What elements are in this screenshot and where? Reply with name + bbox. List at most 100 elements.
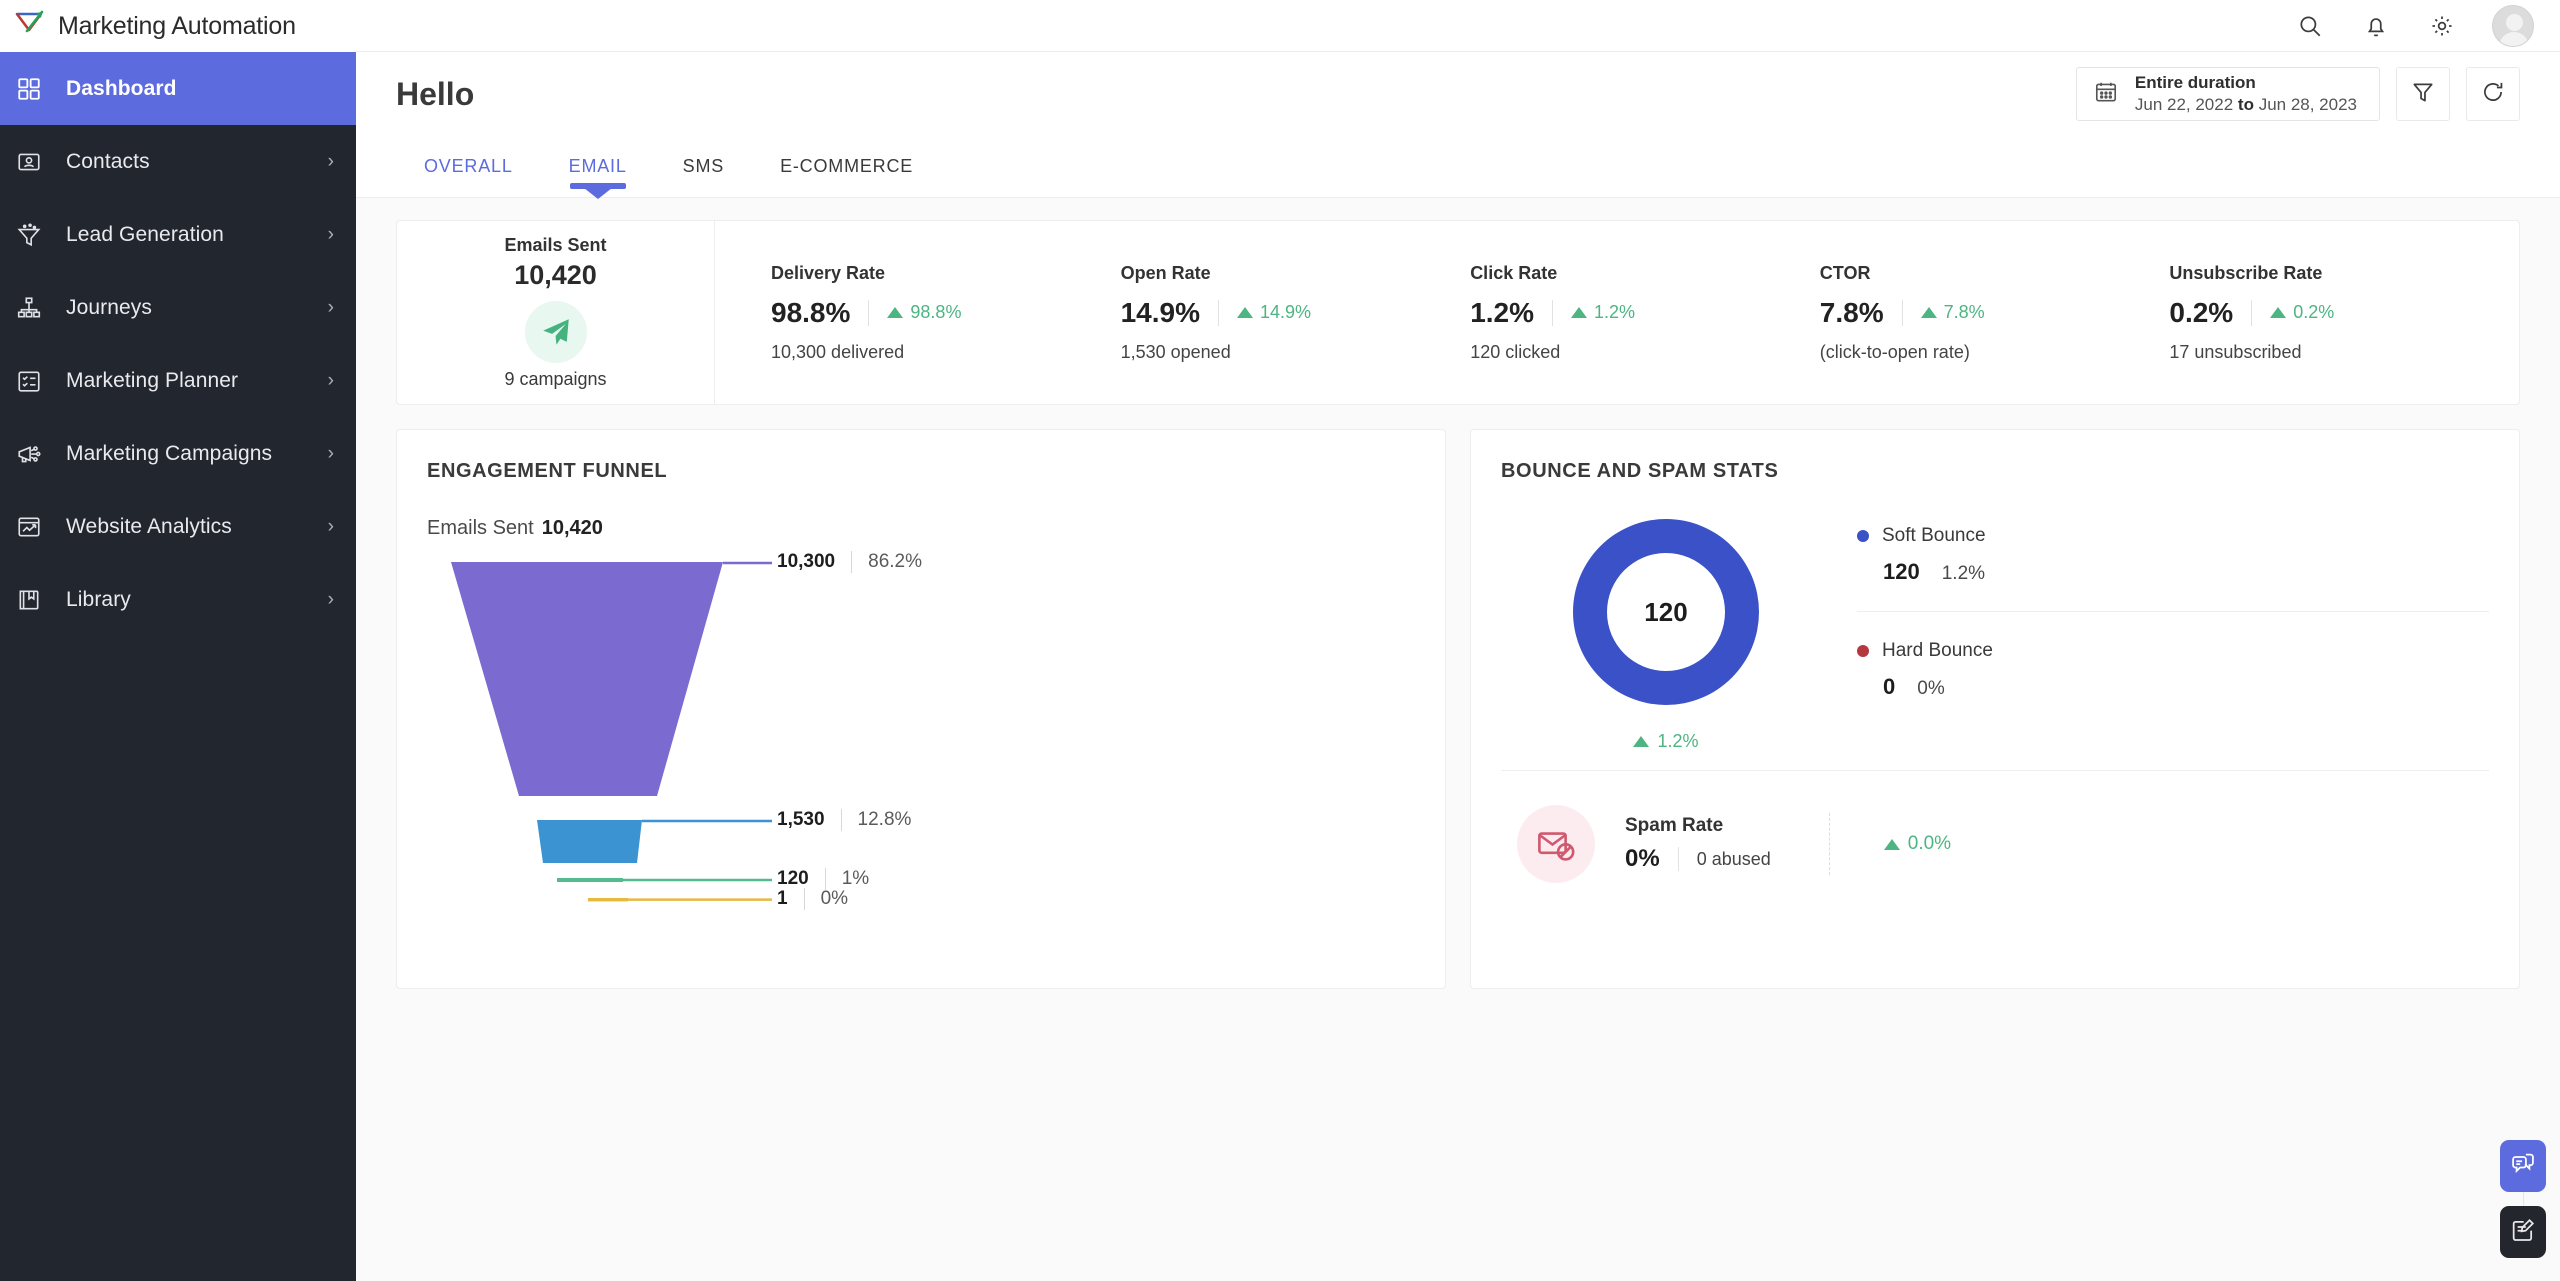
chat-bubbles-icon xyxy=(2509,1150,2537,1183)
divider xyxy=(803,888,805,910)
divider xyxy=(1901,299,1903,326)
chevron-right-icon: › xyxy=(327,296,334,318)
sidebar-item-marketing-planner[interactable]: Marketing Planner › xyxy=(0,344,356,417)
triangle-up-icon xyxy=(1237,307,1253,318)
divider xyxy=(2251,299,2253,326)
topbar xyxy=(356,0,2560,52)
funnel-stage-opened xyxy=(537,820,642,863)
sidebar-item-journeys[interactable]: Journeys › xyxy=(0,271,356,344)
kpi-delta-value: 1.2% xyxy=(1594,302,1636,322)
book-icon xyxy=(12,583,46,617)
tab-bar: OVERALL EMAIL SMS E-COMMERCE xyxy=(356,136,2560,198)
funnel-label-pct: 0% xyxy=(820,888,849,909)
funnel-label-value: 10,300 xyxy=(777,551,836,572)
spam-rate-delta: 0.0% xyxy=(1883,833,1951,855)
date-range-title: Entire duration xyxy=(2134,73,2256,92)
donut-delta: 1.2% xyxy=(1633,731,1699,752)
chat-fab[interactable] xyxy=(2500,1140,2546,1192)
search-icon[interactable] xyxy=(2294,10,2326,42)
divider xyxy=(840,809,842,831)
bounce-donut-col: 120 1.2% xyxy=(1501,519,1831,752)
funnel-label-pct: 12.8% xyxy=(857,809,912,830)
tab-ecommerce[interactable]: E-COMMERCE xyxy=(752,136,941,198)
funnel-label-converted: 1 0% xyxy=(777,888,848,910)
kpi-delivery-rate: Delivery Rate 98.8% 98.8% 10,300 deliver… xyxy=(771,263,1121,363)
bell-icon[interactable] xyxy=(2360,10,2392,42)
tab-sms[interactable]: SMS xyxy=(655,136,752,198)
kpi-label: Delivery Rate xyxy=(771,262,886,283)
dashboard-app: Marketing Automation Dashboard Contacts … xyxy=(0,0,2560,1281)
sidebar-item-label: Journeys xyxy=(66,295,153,319)
legend-dot-icon xyxy=(1857,530,1869,542)
sidebar-item-label: Library xyxy=(66,587,131,611)
funnel-label-pct: 1% xyxy=(841,868,870,889)
kpi-label: Open Rate xyxy=(1120,262,1211,283)
tab-email[interactable]: EMAIL xyxy=(541,136,655,198)
triangle-up-icon xyxy=(1571,307,1588,318)
kpi-label: Unsubscribe Rate xyxy=(2169,262,2323,283)
kpi-summary-card: Emails Sent 10,420 9 campaigns Delivery … xyxy=(396,220,2520,405)
spam-rate-value: 0% xyxy=(1625,845,1660,872)
kpi-sub: 10,300 delivered xyxy=(771,341,905,362)
triangle-up-icon xyxy=(1920,307,1937,318)
tab-overall[interactable]: OVERALL xyxy=(396,136,541,198)
kpi-click-rate: Click Rate 1.2% 1.2% 120 clicked xyxy=(1470,263,1820,363)
kpi-delta: 0.2% xyxy=(2270,302,2334,323)
checklist-icon xyxy=(12,364,46,398)
date-range-picker[interactable]: Entire duration Jun 22, 2022 to Jun 28, … xyxy=(2075,67,2380,121)
spam-rate-block: Spam Rate 0% 0 abused 0.0% xyxy=(1501,771,2489,883)
date-range-end: Jun 28, 2023 xyxy=(2258,95,2357,114)
divider xyxy=(1677,847,1679,871)
legend-label: Hard Bounce xyxy=(1882,640,1993,661)
engagement-funnel-title: ENGAGEMENT FUNNEL xyxy=(427,460,668,482)
kpi-ctor: CTOR 7.8% 7.8% (click-to-open rate) xyxy=(1820,263,2170,363)
emails-sent-label: Emails Sent xyxy=(504,235,607,255)
kpi-sub: 17 unsubscribed xyxy=(2169,341,2302,362)
kpi-sub: 120 clicked xyxy=(1470,341,1561,362)
sidebar-item-label: Website Analytics xyxy=(66,514,232,538)
filter-button[interactable] xyxy=(2396,67,2450,121)
megaphone-icon xyxy=(12,437,46,471)
divider xyxy=(1218,299,1219,326)
legend-pct: 0% xyxy=(1917,678,1945,699)
calendar-icon xyxy=(2093,79,2119,110)
bounce-spam-card: BOUNCE AND SPAM STATS 120 1.2% Soft Boun… xyxy=(1470,429,2520,989)
sidebar-item-label: Lead Generation xyxy=(66,222,224,246)
funnel-label-delivered: 10,300 86.2% xyxy=(777,551,922,573)
sidebar-item-website-analytics[interactable]: Website Analytics › xyxy=(0,490,356,563)
divider xyxy=(1552,299,1554,326)
kpi-label: CTOR xyxy=(1819,262,1871,283)
kpi-sub: 1,530 opened xyxy=(1120,341,1231,362)
funnel-chart: 10,300 86.2% 1,530 12.8% 120 1% 1 0% xyxy=(427,551,1415,938)
analytics-window-icon xyxy=(12,510,46,544)
bounce-spam-title: BOUNCE AND SPAM STATS xyxy=(1501,460,1779,482)
chevron-right-icon: › xyxy=(327,369,334,391)
avatar[interactable] xyxy=(2492,4,2534,47)
kpi-unsubscribe-rate: Unsubscribe Rate 0.2% 0.2% 17 unsubscrib… xyxy=(2169,263,2519,363)
compose-fab[interactable] xyxy=(2500,1206,2546,1258)
sidebar-item-label: Marketing Campaigns xyxy=(66,441,273,465)
sidebar-item-marketing-campaigns[interactable]: Marketing Campaigns › xyxy=(0,417,356,490)
refresh-button[interactable] xyxy=(2466,67,2520,121)
sidebar-item-library[interactable]: Library › xyxy=(0,563,356,636)
gear-icon[interactable] xyxy=(2426,10,2458,42)
kpi-label: Click Rate xyxy=(1470,262,1558,283)
page-header: Hello Entire duration Jun 22, 2022 to Ju… xyxy=(356,52,2560,136)
brand: Marketing Automation xyxy=(0,0,356,52)
funnel-stage-clicked xyxy=(557,878,623,882)
funnel-stage-converted xyxy=(588,898,628,902)
funnel-label-value: 1,530 xyxy=(777,809,825,830)
triangle-up-icon xyxy=(887,307,904,318)
sidebar-item-dashboard[interactable]: Dashboard xyxy=(0,52,356,125)
sidebar-nav: Dashboard Contacts › Lead Generation › J… xyxy=(0,52,356,636)
kpi-delta-value: 0.2% xyxy=(2293,302,2335,322)
sidebar-item-lead-generation[interactable]: Lead Generation › xyxy=(0,198,356,271)
chevron-right-icon: › xyxy=(327,515,334,537)
legend-dot-icon xyxy=(1857,645,1869,657)
charts-row: ENGAGEMENT FUNNEL Emails Sent 10,420 10,… xyxy=(396,429,2520,989)
sidebar-item-contacts[interactable]: Contacts › xyxy=(0,125,356,198)
bounce-body: 120 1.2% Soft Bounce 120 1.2% Hard Bounc… xyxy=(1501,519,2489,752)
spam-rate-label: Spam Rate xyxy=(1625,815,1724,836)
kpi-value: 7.8% xyxy=(1819,296,1884,328)
chevron-right-icon: › xyxy=(327,223,334,245)
